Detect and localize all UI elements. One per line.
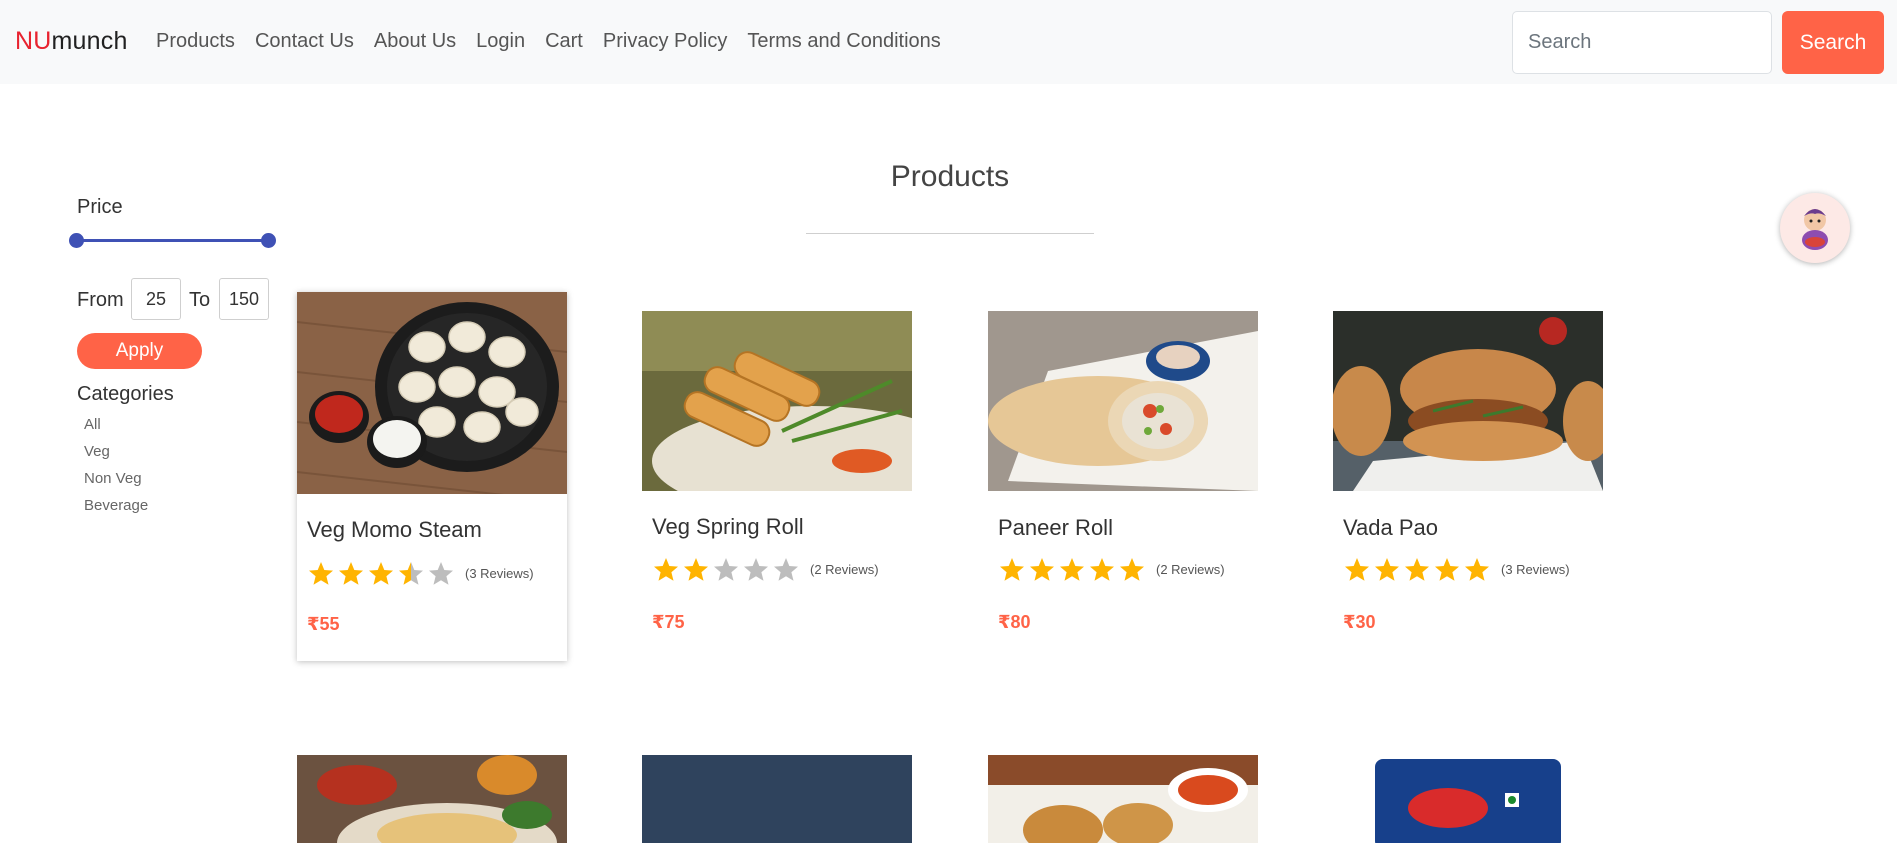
mascot-icon <box>1802 209 1828 250</box>
nav-link-about-us[interactable]: About Us <box>364 30 466 53</box>
brand-logo[interactable]: NUmunch <box>15 27 128 56</box>
from-label: From <box>77 289 124 311</box>
star-icon <box>774 558 798 581</box>
brand-suffix: munch <box>51 27 128 55</box>
product-price: ₹75 <box>652 612 685 632</box>
search-button[interactable]: Search <box>1782 11 1884 74</box>
product-price: ₹55 <box>307 614 340 634</box>
product-card[interactable]: Veg Spring Roll (2 Reviews) ₹75 <box>642 311 912 651</box>
review-count[interactable]: (2 Reviews) <box>1156 562 1225 577</box>
to-label: To <box>189 289 211 311</box>
categories-title: Categories <box>77 383 174 405</box>
heading-divider <box>806 233 1094 234</box>
star-icon <box>1465 558 1489 581</box>
product-photo-momo <box>297 292 567 494</box>
product-card[interactable]: Vada Pao (3 Reviews) ₹30 <box>1333 311 1603 651</box>
star-icon <box>339 562 363 585</box>
price-slider-track[interactable] <box>76 239 268 242</box>
star-icon <box>369 562 393 585</box>
product-card[interactable]: Paneer Roll (2 Reviews) ₹80 <box>988 311 1258 651</box>
star-icon <box>744 558 768 581</box>
star-icon <box>309 562 333 585</box>
star-icon <box>1345 558 1369 581</box>
nav-link-login[interactable]: Login <box>466 30 535 53</box>
product-name[interactable]: Veg Momo Steam <box>307 517 482 543</box>
star-icon <box>1090 558 1114 581</box>
star-icon <box>1405 558 1429 581</box>
brand-prefix: NU <box>15 27 52 55</box>
product-card[interactable]: Veg Momo Steam (3 Reviews) ₹55 <box>297 292 567 661</box>
product-photo-spring-roll <box>642 311 912 491</box>
product-photo-vada-pao <box>1333 311 1603 491</box>
star-icon <box>1435 558 1459 581</box>
search-input[interactable] <box>1512 11 1772 74</box>
product-photo-row2-2[interactable] <box>642 755 912 843</box>
category-non-veg[interactable]: Non Veg <box>84 469 148 496</box>
star-icon <box>1000 558 1024 581</box>
star-icon <box>1375 558 1399 581</box>
price-from-input[interactable]: 25 <box>131 278 181 320</box>
star-icon <box>1120 558 1144 581</box>
category-veg[interactable]: Veg <box>84 442 148 469</box>
product-photo-row2-4[interactable] <box>1333 755 1603 843</box>
review-count[interactable]: (2 Reviews) <box>810 562 879 577</box>
nav-link-products[interactable]: Products <box>146 30 245 53</box>
review-count[interactable]: (3 Reviews) <box>465 566 534 581</box>
product-price: ₹80 <box>998 612 1031 632</box>
star-icon <box>654 558 678 581</box>
product-name[interactable]: Veg Spring Roll <box>652 514 804 540</box>
product-photo-row2-3[interactable] <box>988 755 1258 843</box>
nav-link-contact-us[interactable]: Contact Us <box>245 30 364 53</box>
nav-link-terms[interactable]: Terms and Conditions <box>737 30 950 53</box>
product-photo-paneer-roll <box>988 311 1258 491</box>
nav-links: Products Contact Us About Us Login Cart … <box>146 30 951 53</box>
price-filter-title: Price <box>77 196 123 218</box>
price-slider-min-handle[interactable] <box>69 233 84 248</box>
nav-link-cart[interactable]: Cart <box>535 30 593 53</box>
price-to-input[interactable]: 150 <box>219 278 269 320</box>
navbar: NUmunch Products Contact Us About Us Log… <box>0 0 1897 84</box>
category-beverage[interactable]: Beverage <box>84 496 148 523</box>
product-rating: (2 Reviews) <box>998 556 1225 583</box>
star-icon <box>684 558 708 581</box>
categories-list: All Veg Non Veg Beverage <box>84 415 148 523</box>
product-name[interactable]: Vada Pao <box>1343 515 1438 541</box>
product-name[interactable]: Paneer Roll <box>998 515 1113 541</box>
nav-link-privacy-policy[interactable]: Privacy Policy <box>593 30 737 53</box>
review-count[interactable]: (3 Reviews) <box>1501 562 1570 577</box>
star-icon <box>429 562 453 585</box>
star-icon <box>1030 558 1054 581</box>
product-photo-row2-1[interactable] <box>297 755 567 843</box>
page-title: Products <box>890 160 1010 193</box>
star-icon <box>1060 558 1084 581</box>
star-icon <box>399 562 423 585</box>
price-slider-max-handle[interactable] <box>261 233 276 248</box>
product-price: ₹30 <box>1343 612 1376 632</box>
product-rating: (3 Reviews) <box>307 560 534 587</box>
chatbot-avatar-button[interactable] <box>1780 193 1850 263</box>
product-rating: (2 Reviews) <box>652 556 879 583</box>
star-icon <box>714 558 738 581</box>
product-rating: (3 Reviews) <box>1343 556 1570 583</box>
category-all[interactable]: All <box>84 415 148 442</box>
apply-button[interactable]: Apply <box>77 333 202 369</box>
